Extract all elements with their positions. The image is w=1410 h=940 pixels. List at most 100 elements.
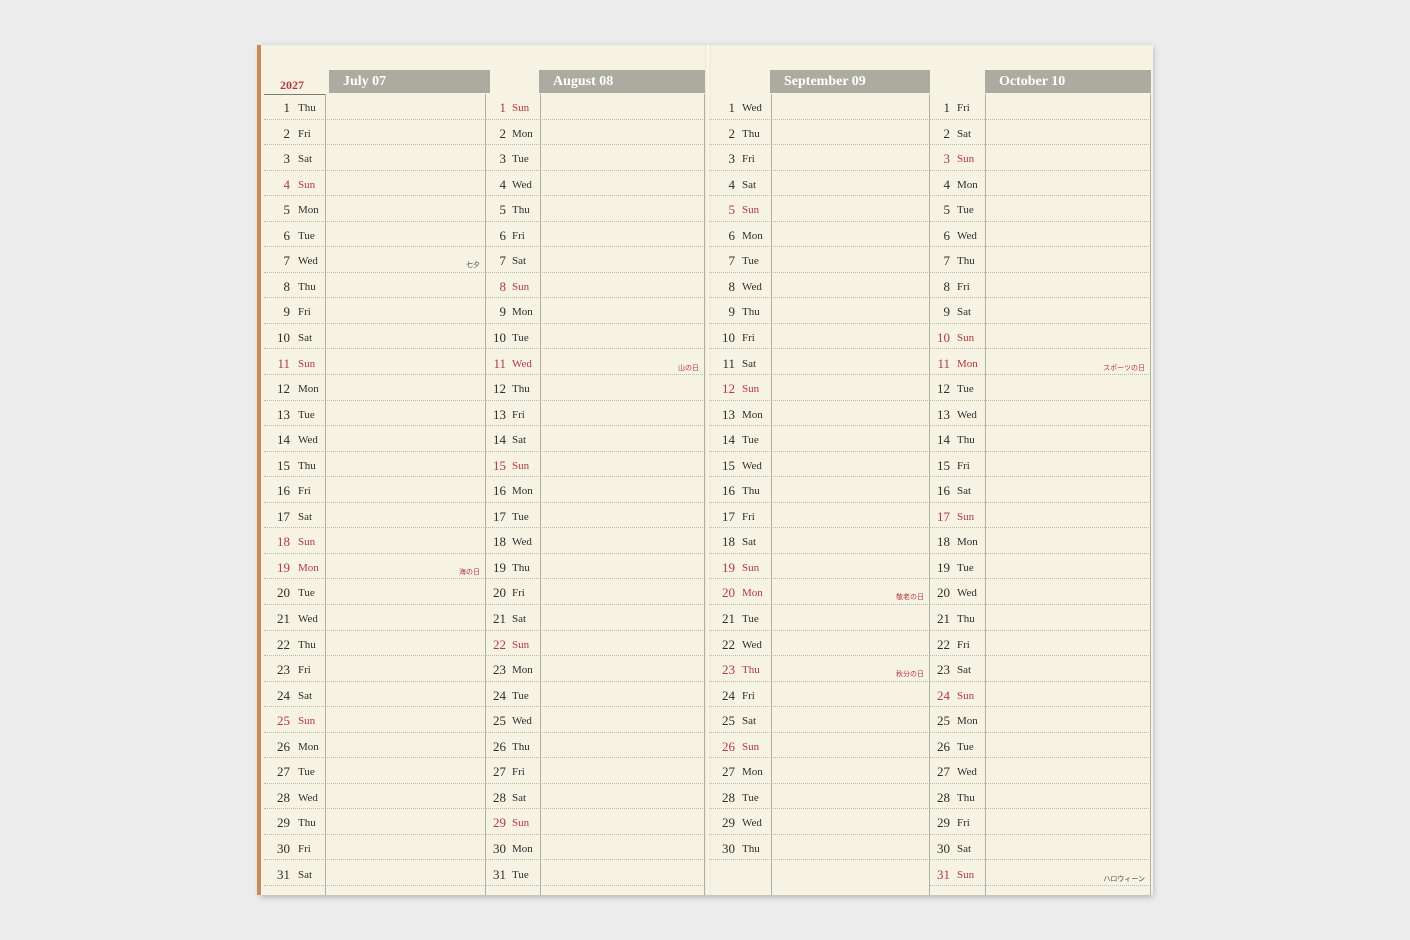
day-row[interactable]: 24 Tue [486, 682, 705, 708]
day-row[interactable]: 11 Wed 山の日 [486, 350, 705, 375]
day-row[interactable]: 23 Fri [264, 656, 486, 682]
day-row[interactable]: 22 Wed [709, 631, 930, 657]
day-row[interactable]: 25 Mon [930, 707, 1151, 733]
day-row[interactable]: 8 Fri [930, 273, 1151, 299]
day-row[interactable]: 17 Fri [709, 503, 930, 529]
day-row[interactable]: 27 Mon [709, 758, 930, 784]
day-row[interactable]: 10 Sun [930, 324, 1151, 350]
day-row[interactable]: 14 Wed [264, 426, 486, 452]
day-row[interactable]: 11 Mon スポーツの日 [930, 350, 1151, 375]
day-row[interactable]: 26 Tue [930, 733, 1151, 759]
day-row[interactable]: 13 Tue [264, 401, 486, 427]
day-row[interactable]: 6 Wed [930, 222, 1151, 248]
day-row[interactable]: 12 Tue [930, 375, 1151, 401]
day-row[interactable]: 23 Sat [930, 656, 1151, 682]
day-row[interactable]: 19 Sun [709, 554, 930, 580]
day-row[interactable]: 4 Sat [709, 171, 930, 197]
day-row[interactable]: 19 Mon 海の日 [264, 554, 486, 580]
day-row[interactable]: 30 Mon [486, 835, 705, 861]
day-row[interactable]: 25 Wed [486, 707, 705, 733]
day-row[interactable]: 8 Thu [264, 273, 486, 299]
day-row[interactable]: 4 Mon [930, 171, 1151, 197]
day-row[interactable]: 14 Sat [486, 426, 705, 452]
day-row[interactable]: 16 Mon [486, 477, 705, 503]
day-row[interactable]: 10 Sat [264, 324, 486, 350]
day-row[interactable]: 30 Fri [264, 835, 486, 861]
day-row[interactable]: 19 Tue [930, 554, 1151, 580]
day-row[interactable]: 5 Tue [930, 196, 1151, 222]
day-row[interactable]: 31 Tue [486, 861, 705, 886]
day-row[interactable]: 16 Sat [930, 477, 1151, 503]
day-row[interactable]: 23 Mon [486, 656, 705, 682]
day-row[interactable]: 13 Fri [486, 401, 705, 427]
day-row[interactable]: 27 Wed [930, 758, 1151, 784]
day-row[interactable]: 10 Fri [709, 324, 930, 350]
day-row[interactable]: 15 Wed [709, 452, 930, 478]
day-row[interactable]: 1 Fri [930, 94, 1151, 120]
day-row[interactable]: 11 Sun [264, 350, 486, 375]
day-row[interactable]: 18 Sat [709, 528, 930, 554]
day-row[interactable]: 5 Sun [709, 196, 930, 222]
day-row[interactable]: 20 Tue [264, 579, 486, 605]
day-row[interactable]: 21 Wed [264, 605, 486, 631]
day-row[interactable]: 31 Sat [264, 861, 486, 886]
day-row[interactable]: 6 Mon [709, 222, 930, 248]
day-row[interactable]: 18 Mon [930, 528, 1151, 554]
day-row[interactable]: 10 Tue [486, 324, 705, 350]
day-row[interactable]: 6 Fri [486, 222, 705, 248]
day-row[interactable]: 7 Thu [930, 247, 1151, 273]
day-row[interactable]: 28 Sat [486, 784, 705, 810]
day-row[interactable]: 17 Sun [930, 503, 1151, 529]
day-row[interactable]: 20 Mon 敬老の日 [709, 579, 930, 605]
day-row[interactable]: 14 Thu [930, 426, 1151, 452]
day-row[interactable]: 9 Thu [709, 298, 930, 324]
day-row[interactable]: 12 Sun [709, 375, 930, 401]
day-row[interactable]: 14 Tue [709, 426, 930, 452]
day-row[interactable]: 23 Thu 秋分の日 [709, 656, 930, 682]
day-row[interactable]: 2 Mon [486, 120, 705, 146]
day-row[interactable]: 27 Fri [486, 758, 705, 784]
day-row[interactable]: 3 Sun [930, 145, 1151, 171]
day-row[interactable]: 21 Tue [709, 605, 930, 631]
day-row[interactable]: 24 Sun [930, 682, 1151, 708]
day-row[interactable]: 28 Tue [709, 784, 930, 810]
day-row[interactable]: 9 Fri [264, 298, 486, 324]
day-row[interactable]: 18 Sun [264, 528, 486, 554]
day-row[interactable]: 20 Wed [930, 579, 1151, 605]
day-row[interactable]: 15 Thu [264, 452, 486, 478]
day-row[interactable]: 28 Wed [264, 784, 486, 810]
day-row[interactable]: 2 Sat [930, 120, 1151, 146]
day-row[interactable]: 20 Fri [486, 579, 705, 605]
day-row[interactable]: 15 Sun [486, 452, 705, 478]
day-row[interactable]: 29 Sun [486, 809, 705, 835]
day-row[interactable]: 13 Wed [930, 401, 1151, 427]
day-row[interactable]: 22 Fri [930, 631, 1151, 657]
day-row[interactable]: 11 Sat [709, 350, 930, 375]
day-row[interactable]: 8 Sun [486, 273, 705, 299]
day-row[interactable]: 1 Wed [709, 94, 930, 120]
day-row[interactable]: 3 Sat [264, 145, 486, 171]
day-row[interactable]: 25 Sun [264, 707, 486, 733]
day-row[interactable]: 12 Thu [486, 375, 705, 401]
day-row[interactable]: 4 Wed [486, 171, 705, 197]
day-row[interactable]: 22 Sun [486, 631, 705, 657]
day-row[interactable]: 26 Mon [264, 733, 486, 759]
day-row[interactable]: 28 Thu [930, 784, 1151, 810]
day-row[interactable]: 13 Mon [709, 401, 930, 427]
day-row[interactable]: 26 Sun [709, 733, 930, 759]
day-row[interactable]: 26 Thu [486, 733, 705, 759]
day-row[interactable]: 2 Fri [264, 120, 486, 146]
day-row[interactable]: 17 Tue [486, 503, 705, 529]
day-row[interactable]: 9 Sat [930, 298, 1151, 324]
day-row[interactable]: 27 Tue [264, 758, 486, 784]
day-row[interactable]: 5 Thu [486, 196, 705, 222]
day-row[interactable]: 15 Fri [930, 452, 1151, 478]
day-row[interactable]: 30 Sat [930, 835, 1151, 861]
day-row[interactable]: 17 Sat [264, 503, 486, 529]
day-row[interactable]: 25 Sat [709, 707, 930, 733]
day-row[interactable]: 21 Thu [930, 605, 1151, 631]
day-row[interactable]: 16 Thu [709, 477, 930, 503]
day-row[interactable]: 4 Sun [264, 171, 486, 197]
day-row[interactable]: 31 Sun ハロウィーン [930, 861, 1151, 886]
day-row[interactable]: 29 Fri [930, 809, 1151, 835]
